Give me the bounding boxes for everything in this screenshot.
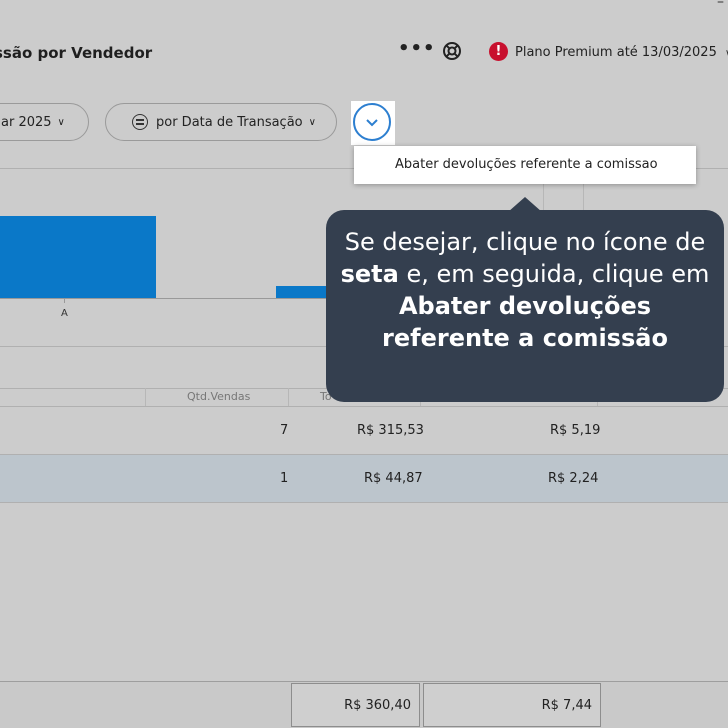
tooltip-text: Se desejar, clique no ícone de seta e, e… <box>336 226 714 354</box>
chevron-down-icon <box>366 119 378 127</box>
chevron-down-icon: ∨ <box>57 116 65 128</box>
tooltip-bold-seta: seta <box>340 260 399 288</box>
row1-qtd: 7 <box>280 423 289 438</box>
alert-icon: ! <box>489 42 508 61</box>
transaction-filter-button[interactable]: por Data de Transação ∨ <box>105 103 337 141</box>
plan-label: Plano Premium até 13/03/2025 <box>515 45 717 60</box>
column-divider <box>145 388 146 406</box>
column-header-qtd-vendas[interactable]: Qtd.Vendas <box>187 390 250 403</box>
column-divider <box>288 388 289 406</box>
row2-qtd: 1 <box>280 471 289 486</box>
date-filter-label: ar 2025 <box>1 114 52 130</box>
row1-comissao: R$ 5,19 <box>550 423 601 438</box>
row2-total: R$ 44,87 <box>364 471 423 486</box>
filter-list-icon <box>132 114 148 130</box>
tooltip-bold-action: Abater devoluções referente a comissão <box>382 292 668 352</box>
row-divider <box>0 502 728 503</box>
more-options-button[interactable]: ••• <box>398 38 436 59</box>
tooltip-text-part2: e, em seguida, clique em <box>398 260 710 288</box>
page-title: ssão por Vendedor <box>0 44 153 62</box>
transaction-filter-label: por Data de Transação <box>156 114 303 130</box>
date-filter-button[interactable]: ar 2025 ∨ <box>0 103 89 141</box>
row2-comissao: R$ 2,24 <box>548 471 599 486</box>
row1-total: R$ 315,53 <box>357 423 424 438</box>
total-sum: R$ 360,40 <box>291 683 420 727</box>
chart-x-label: A <box>61 308 68 319</box>
lifebuoy-help-icon[interactable] <box>442 41 462 61</box>
tooltip-text-part1: Se desejar, clique no ícone de <box>344 228 706 256</box>
menu-item-abater-devolucoes[interactable]: Abater devoluções referente a comissao <box>395 157 658 172</box>
options-dropdown-button[interactable] <box>353 103 391 141</box>
chart-x-axis <box>0 298 340 299</box>
window-minimize-button[interactable]: – <box>717 0 724 10</box>
total-comissao: R$ 7,44 <box>423 683 601 727</box>
table-header-bottom <box>0 406 728 407</box>
chart-tick <box>64 298 65 303</box>
chevron-down-icon: ∨ <box>308 116 316 128</box>
chart-bar <box>0 216 156 298</box>
plan-status-button[interactable]: Plano Premium até 13/03/2025 ∨ <box>515 45 728 60</box>
